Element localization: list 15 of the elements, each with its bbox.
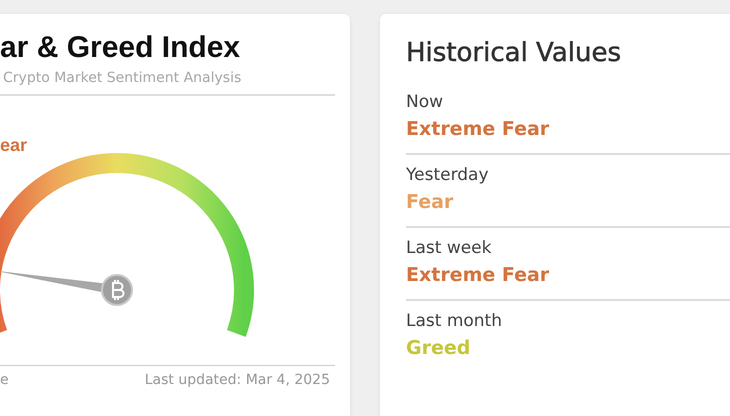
footer-text: e — [0, 372, 9, 388]
period-label: Now — [406, 91, 444, 114]
sentiment-value: Extreme Fear — [406, 117, 550, 142]
sentiment-value: Extreme Fear — [406, 263, 550, 288]
card-title: Historical Values — [406, 38, 622, 68]
card-subtitle: Crypto Market Sentiment Analysis — [0, 66, 335, 96]
sentiment-value: Greed — [406, 336, 472, 361]
sentiment-value: Fear — [406, 190, 454, 215]
period-label: Last week — [406, 237, 492, 260]
bitcoin-icon — [112, 279, 124, 301]
period-label: Yesterday — [406, 164, 490, 187]
last-updated: Last updated: Mar 4, 2025 — [144, 372, 330, 388]
period-label: Last month — [406, 310, 503, 333]
sentiment-label: ear — [0, 134, 28, 156]
card-title: ar & Greed Index — [0, 30, 242, 66]
